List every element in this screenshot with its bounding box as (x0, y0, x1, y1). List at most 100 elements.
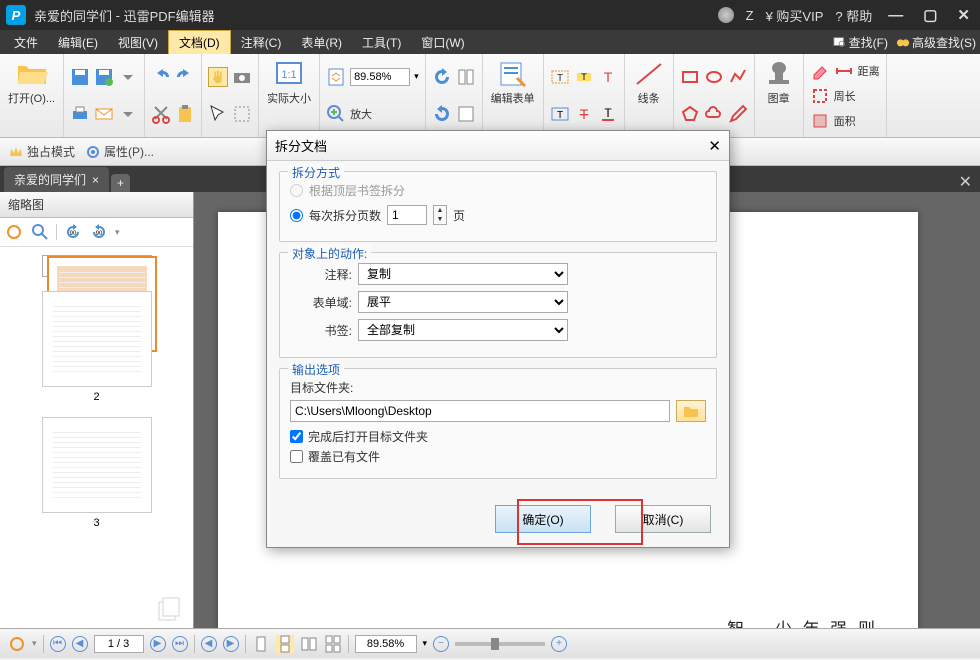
menu-tool[interactable]: 工具(T) (352, 31, 411, 54)
redo-icon[interactable] (175, 67, 195, 87)
save-icon[interactable] (70, 67, 90, 87)
pencil-icon[interactable] (728, 104, 748, 124)
cut-icon[interactable] (151, 104, 171, 124)
oval-icon[interactable] (704, 67, 724, 87)
email-icon[interactable] (94, 104, 114, 124)
paste-icon[interactable] (175, 104, 195, 124)
menu-edit[interactable]: 编辑(E) (48, 31, 108, 54)
thumbnails[interactable]: 1 2 3 (0, 247, 193, 628)
menu-form[interactable]: 表单(R) (291, 31, 352, 54)
vip-button[interactable]: ¥ 购买VIP (766, 6, 824, 25)
zoom-out-button[interactable]: − (433, 636, 449, 652)
minimize-button[interactable]: — (884, 7, 907, 24)
menu-file[interactable]: 文件 (4, 31, 48, 54)
page-layout-icon[interactable] (456, 67, 476, 87)
rect-icon[interactable] (680, 67, 700, 87)
rotate-right-icon[interactable] (432, 104, 452, 124)
open-after-check[interactable]: 完成后打开目标文件夹 (290, 428, 706, 445)
facing-cont-icon[interactable] (324, 635, 342, 653)
options-icon[interactable] (8, 635, 26, 653)
tabbar-close-icon[interactable]: ✕ (951, 172, 980, 192)
radio-bookmark[interactable]: 根据顶层书签拆分 (290, 182, 706, 199)
highlight-icon[interactable]: T (574, 67, 594, 87)
pages-field[interactable] (387, 205, 427, 225)
new-tab-button[interactable]: + (111, 174, 130, 192)
cancel-button[interactable]: 取消(C) (615, 505, 711, 533)
form-select[interactable]: 展平 (358, 291, 568, 313)
stamp-button[interactable]: 图章 (761, 58, 797, 108)
maximize-button[interactable]: ▢ (919, 6, 941, 24)
open-button[interactable]: 打开(O)... (6, 58, 57, 108)
close-button[interactable]: ✕ (953, 6, 974, 24)
dialog-close-button[interactable]: ✕ (708, 137, 721, 155)
help-button[interactable]: ? 帮助 (835, 6, 872, 25)
area-icon[interactable] (810, 111, 830, 131)
textbox-icon[interactable]: T (550, 67, 570, 87)
find-button[interactable]: 查找(F) (833, 34, 888, 51)
distance-icon[interactable] (834, 61, 854, 81)
advanced-find-button[interactable]: 高级查找(S) (896, 34, 976, 51)
zoom-in-label[interactable]: 放大 (350, 106, 372, 122)
options-icon[interactable] (4, 222, 24, 242)
zoom-icon[interactable] (30, 222, 50, 242)
last-page-button[interactable]: ⏭ (172, 636, 188, 652)
zoom-field[interactable] (350, 68, 410, 86)
dropdown-icon[interactable] (118, 104, 138, 124)
overwrite-check[interactable]: 覆盖已有文件 (290, 448, 706, 465)
thumb-3[interactable]: 3 (42, 417, 152, 529)
next-page-button[interactable]: ▶ (150, 636, 166, 652)
saveas-icon[interactable] (94, 67, 114, 87)
fit-page-icon[interactable] (326, 67, 346, 87)
menu-view[interactable]: 视图(V) (108, 31, 168, 54)
page-field[interactable] (94, 635, 144, 653)
text-icon[interactable]: T (598, 67, 618, 87)
nav-back-button[interactable]: ◀ (201, 636, 217, 652)
menu-comment[interactable]: 注释(C) (231, 31, 292, 54)
facing-icon[interactable] (300, 635, 318, 653)
comment-select[interactable]: 复制 (358, 263, 568, 285)
zoom-slider[interactable] (455, 642, 545, 646)
single-page-icon[interactable] (252, 635, 270, 653)
zoom-field[interactable] (355, 635, 417, 653)
strikeout-icon[interactable]: T (574, 104, 594, 124)
edit-text-icon[interactable]: T (550, 104, 570, 124)
snapshot-icon[interactable] (232, 67, 252, 87)
bookmark-select[interactable]: 全部复制 (358, 319, 568, 341)
ok-button[interactable]: 确定(O) (495, 505, 591, 533)
select-region-icon[interactable] (232, 104, 252, 124)
thumb-1[interactable]: 1 (42, 255, 152, 277)
select-icon[interactable] (208, 104, 228, 124)
properties-button[interactable]: 属性(P)... (85, 143, 154, 160)
undo-icon[interactable] (151, 67, 171, 87)
user-label[interactable]: Z (746, 8, 754, 23)
cloud-icon[interactable] (704, 104, 724, 124)
nav-fwd-button[interactable]: ▶ (223, 636, 239, 652)
perimeter-icon[interactable] (810, 86, 830, 106)
thumb-2[interactable]: 2 (42, 291, 152, 403)
radio-pages[interactable]: 每次拆分页数 ▲▼ 页 (290, 205, 706, 225)
dialog-titlebar[interactable]: 拆分文档 ✕ (267, 131, 729, 161)
lines-button[interactable]: 线条 (631, 58, 667, 108)
dest-field[interactable] (290, 400, 670, 422)
menu-window[interactable]: 窗口(W) (411, 31, 474, 54)
zoom-in-icon[interactable] (326, 104, 346, 124)
polyline-icon[interactable] (728, 67, 748, 87)
first-page-button[interactable]: ⏮ (50, 636, 66, 652)
edit-form-button[interactable]: 编辑表单 (489, 58, 537, 108)
menu-document[interactable]: 文档(D) (168, 30, 231, 55)
browse-button[interactable] (676, 400, 706, 422)
print-icon[interactable] (70, 104, 90, 124)
rotate-cw-icon[interactable]: 90 (89, 222, 109, 242)
page-layout2-icon[interactable] (456, 104, 476, 124)
prev-page-button[interactable]: ◀ (72, 636, 88, 652)
eraser-icon[interactable] (810, 61, 830, 81)
dropdown-icon[interactable] (118, 67, 138, 87)
tab-close-icon[interactable]: × (92, 173, 99, 187)
continuous-icon[interactable] (276, 635, 294, 653)
polygon-icon[interactable] (680, 104, 700, 124)
doc-tab[interactable]: 亲爱的同学们 × (4, 167, 109, 192)
underline-icon[interactable]: T (598, 104, 618, 124)
pages-spinner[interactable]: ▲▼ (433, 205, 447, 225)
exclusive-mode-button[interactable]: 独占模式 (8, 143, 75, 160)
globe-icon[interactable] (718, 7, 734, 23)
